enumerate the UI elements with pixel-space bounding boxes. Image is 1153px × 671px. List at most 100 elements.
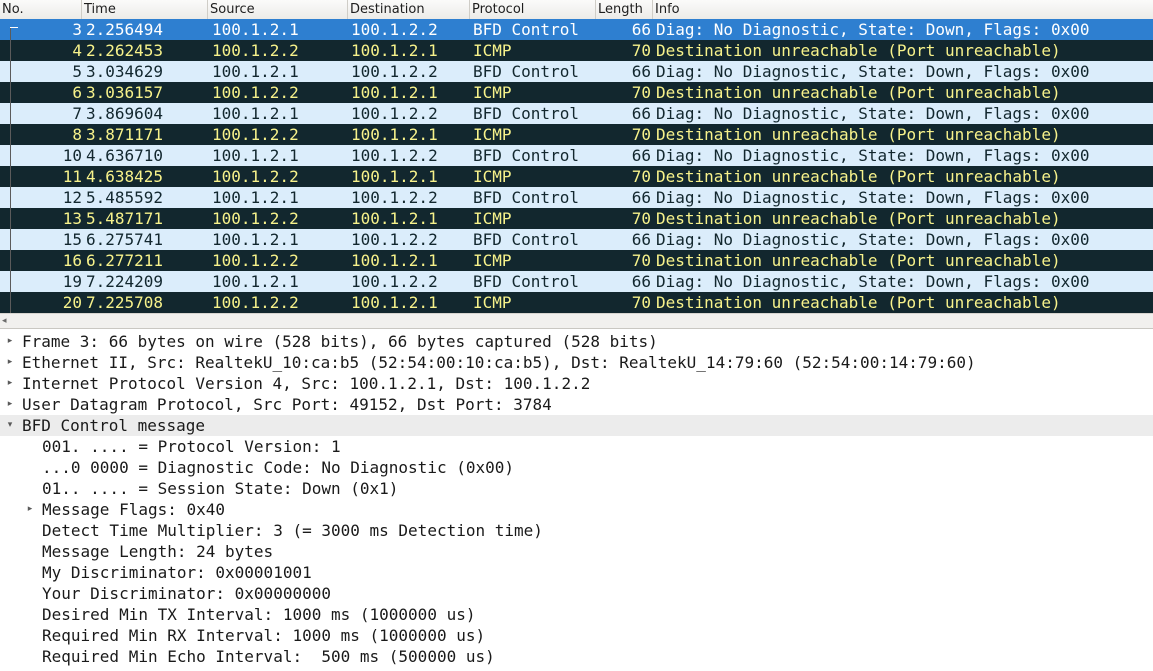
packet-list-horizontal-scrollbar[interactable]: ◂ [0,313,1153,329]
packet-protocol: ICMP [473,83,512,102]
packet-source: 100.1.2.2 [212,167,299,186]
packet-source: 100.1.2.1 [212,188,299,207]
packet-protocol: ICMP [473,167,512,186]
packet-protocol: ICMP [473,209,512,228]
column-header-time[interactable]: Time [82,0,208,19]
packet-source: 100.1.2.2 [212,41,299,60]
packet-number: 7 [72,104,82,123]
packet-source: 100.1.2.1 [212,62,299,81]
details-tree-label: Frame 3: 66 bytes on wire (528 bits), 66… [22,332,658,351]
packet-destination: 100.1.2.1 [351,125,438,144]
packet-number: 13 [62,209,82,228]
packet-source: 100.1.2.2 [212,293,299,312]
details-tree-item[interactable]: ▸ Internet Protocol Version 4, Src: 100.1… [0,373,1153,394]
column-header-source[interactable]: Source [208,0,348,19]
packet-row[interactable]: 10 4.636710 100.1.2.1 100.1.2.2 BFD Control 6… [0,145,1153,166]
packet-time: 5.485592 [86,188,164,207]
packet-source: 100.1.2.1 [212,272,299,291]
related-packets-indicator [10,27,11,329]
details-tree-field[interactable]: My Discriminator: 0x00001001 [0,562,1153,583]
packet-row-selected[interactable]: 3 2.256494 100.1.2.1 100.1.2.2 BFD Control 66… [0,19,1153,40]
packet-protocol: BFD Control [473,20,579,39]
packet-source: 100.1.2.2 [212,251,299,270]
packet-number: 8 [72,125,82,144]
details-tree-label: ...0 0000 = Diagnostic Code: No Diagnost… [42,458,515,477]
packet-row[interactable]: 5 3.034629 100.1.2.1 100.1.2.2 BFD Control 66… [0,61,1153,82]
details-tree-field[interactable]: Detect Time Multiplier: 3 (= 3000 ms Det… [0,520,1153,541]
details-tree-field[interactable]: Message Length: 24 bytes [0,541,1153,562]
triangle-right-icon[interactable]: ▸ [4,331,16,352]
triangle-right-icon[interactable]: ▸ [4,394,16,415]
packet-info: Diag: No Diagnostic, State: Down, Flags:… [656,20,1090,39]
triangle-right-icon[interactable]: ▸ [4,373,16,394]
packet-time: 2.262453 [86,41,164,60]
details-tree-field[interactable]: Required Min Echo Interval: 500 ms (5000… [0,646,1153,667]
packet-source: 100.1.2.2 [212,125,299,144]
packet-length: 70 [631,167,651,186]
column-header-length[interactable]: Length [596,0,653,19]
details-tree-field[interactable]: Required Min RX Interval: 1000 ms (10000… [0,625,1153,646]
packet-number: 3 [72,20,82,39]
packet-number: 16 [62,251,82,270]
packet-destination: 100.1.2.2 [351,20,438,39]
packet-length: 70 [631,293,651,312]
packet-info: Diag: No Diagnostic, State: Down, Flags:… [656,272,1090,291]
packet-row[interactable]: 19 7.224209 100.1.2.1 100.1.2.2 BFD Control 6… [0,271,1153,292]
packet-destination: 100.1.2.2 [351,230,438,249]
packet-destination: 100.1.2.2 [351,104,438,123]
packet-time: 5.487171 [86,209,164,228]
packet-length: 70 [631,251,651,270]
packet-protocol: ICMP [473,125,512,144]
details-tree-field[interactable]: 001. .... = Protocol Version: 1 [0,436,1153,457]
packet-destination: 100.1.2.2 [351,188,438,207]
details-tree-item[interactable]: ▸ Frame 3: 66 bytes on wire (528 bits), 6… [0,331,1153,352]
triangle-right-icon[interactable]: ▸ [24,499,36,520]
packet-time: 3.869604 [86,104,164,123]
related-packets-start-tick [10,27,18,28]
packet-row[interactable]: 15 6.275741 100.1.2.1 100.1.2.2 BFD Control 6… [0,229,1153,250]
packet-row[interactable]: 7 3.869604 100.1.2.1 100.1.2.2 BFD Control 66… [0,103,1153,124]
packet-length: 66 [631,272,651,291]
packet-destination: 100.1.2.1 [351,167,438,186]
packet-info: Destination unreachable (Port unreachabl… [656,125,1061,144]
details-tree-field[interactable]: Your Discriminator: 0x00000000 [0,583,1153,604]
packet-row[interactable]: 13 5.487171 100.1.2.2 100.1.2.1 ICMP 70 Destin… [0,208,1153,229]
packet-list: 3 2.256494 100.1.2.1 100.1.2.2 BFD Control 66… [0,19,1153,329]
triangle-down-icon[interactable]: ▾ [4,415,16,436]
packet-row[interactable]: 11 4.638425 100.1.2.2 100.1.2.1 ICMP 70 Destin… [0,166,1153,187]
details-tree-item[interactable]: ▸ Ethernet II, Src: RealtekU_10:ca:b5 (52… [0,352,1153,373]
packet-row[interactable]: 16 6.277211 100.1.2.2 100.1.2.1 ICMP 70 Destin… [0,250,1153,271]
details-tree-label: Your Discriminator: 0x00000000 [42,584,331,603]
packet-protocol: BFD Control [473,62,579,81]
details-tree-label: Required Min Echo Interval: 500 ms (5000… [42,647,495,666]
details-tree-label: BFD Control message [22,416,206,435]
details-tree-field[interactable]: 01.. .... = Session State: Down (0x1) [0,478,1153,499]
triangle-right-icon[interactable]: ▸ [4,352,16,373]
packet-length: 66 [631,230,651,249]
details-tree-item[interactable]: ▾ BFD Control message [0,415,1153,436]
packet-row[interactable]: 20 7.225708 100.1.2.2 100.1.2.1 ICMP 70 Destin… [0,292,1153,313]
packet-number: 4 [72,41,82,60]
details-tree-field[interactable]: ▸ Message Flags: 0x40 [0,499,1153,520]
packet-info: Destination unreachable (Port unreachabl… [656,209,1061,228]
packet-row[interactable]: 12 5.485592 100.1.2.1 100.1.2.2 BFD Control 6… [0,187,1153,208]
packet-row[interactable]: 4 2.262453 100.1.2.2 100.1.2.1 ICMP 70 Destina… [0,40,1153,61]
details-tree-item[interactable]: ▸ User Datagram Protocol, Src Port: 49152… [0,394,1153,415]
arrow-left-icon[interactable]: ◂ [2,316,7,326]
column-header-info[interactable]: Info [653,0,1153,19]
packet-time: 2.256494 [86,20,164,39]
packet-source: 100.1.2.2 [212,209,299,228]
column-header-destination[interactable]: Destination [348,0,470,19]
packet-destination: 100.1.2.1 [351,251,438,270]
packet-number: 6 [72,83,82,102]
packet-row[interactable]: 8 3.871171 100.1.2.2 100.1.2.1 ICMP 70 Destina… [0,124,1153,145]
column-header-no[interactable]: No. [0,0,82,19]
packet-destination: 100.1.2.1 [351,293,438,312]
packet-length: 70 [631,209,651,228]
details-tree-field[interactable]: Desired Min TX Interval: 1000 ms (100000… [0,604,1153,625]
details-tree-field[interactable]: ...0 0000 = Diagnostic Code: No Diagnost… [0,457,1153,478]
packet-row[interactable]: 6 3.036157 100.1.2.2 100.1.2.1 ICMP 70 Destina… [0,82,1153,103]
packet-number: 20 [62,293,82,312]
column-header-protocol[interactable]: Protocol [470,0,596,19]
packet-length: 66 [631,146,651,165]
